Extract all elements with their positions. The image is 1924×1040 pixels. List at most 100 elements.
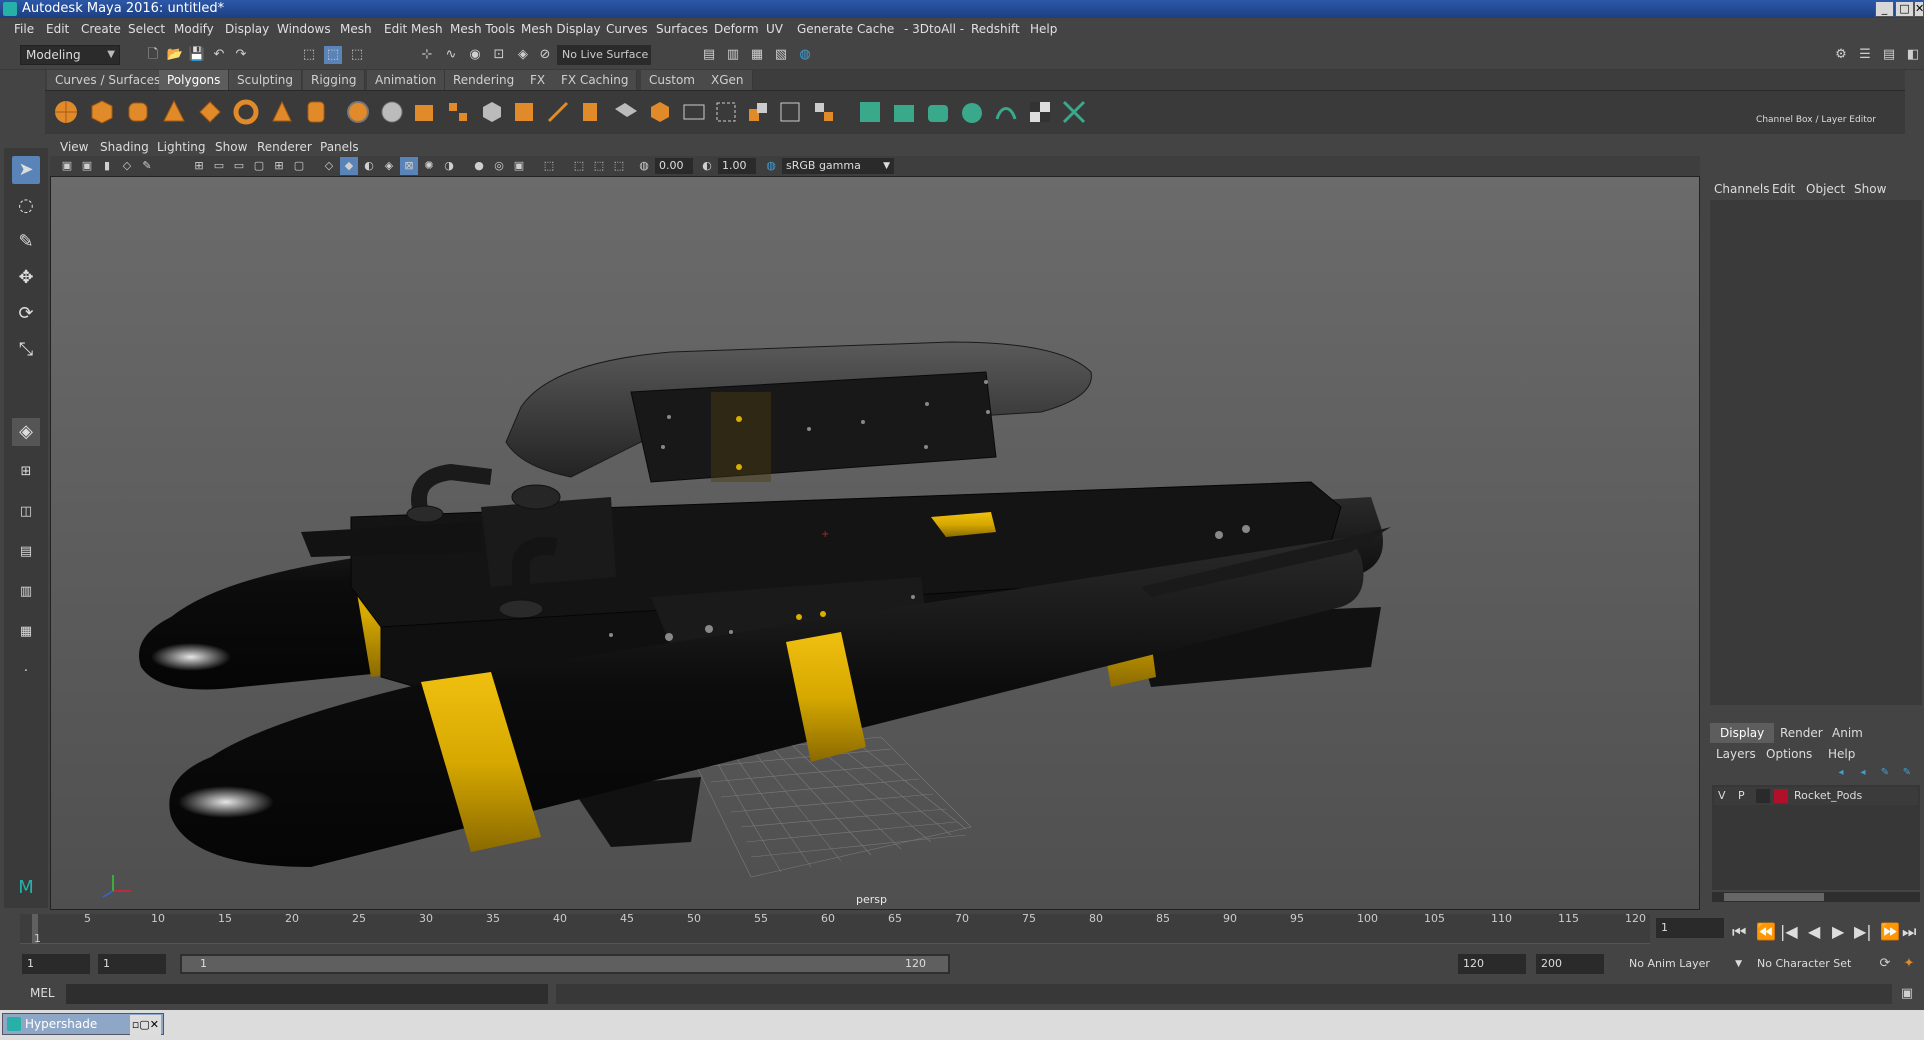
menu-modify[interactable]: Modify bbox=[174, 22, 214, 36]
auto-key-icon[interactable]: ⟳ bbox=[1876, 955, 1894, 973]
safe-action-icon[interactable]: ▢ bbox=[290, 157, 308, 175]
snap-curve-icon[interactable]: ∿ bbox=[442, 46, 460, 64]
menu-uv[interactable]: UV bbox=[766, 22, 783, 36]
select-component-icon[interactable]: ⬚ bbox=[348, 46, 366, 64]
go-to-start-icon[interactable]: ⏮ bbox=[1732, 922, 1746, 942]
menu-edit[interactable]: Edit bbox=[46, 22, 69, 36]
auto-mapping-icon[interactable] bbox=[993, 99, 1019, 125]
edit-menu[interactable]: Edit bbox=[1772, 182, 1795, 196]
resolution-gate-icon[interactable]: ▭ bbox=[230, 157, 248, 175]
tab-rigging[interactable]: Rigging bbox=[303, 70, 366, 90]
help-menu[interactable]: Help bbox=[1828, 747, 1855, 761]
snap-grid-icon[interactable]: ⊹ bbox=[418, 46, 436, 64]
redo-icon[interactable]: ↷ bbox=[232, 46, 250, 64]
bridge-icon[interactable] bbox=[579, 99, 605, 125]
color-management-icon[interactable]: ◍ bbox=[762, 157, 780, 175]
layer-name[interactable]: Rocket_Pods bbox=[1794, 789, 1862, 802]
menu-select[interactable]: Select bbox=[128, 22, 165, 36]
panel-menu-panels[interactable]: Panels bbox=[320, 140, 359, 154]
panel-menu-show[interactable]: Show bbox=[215, 140, 247, 154]
textured-icon[interactable]: ⊠ bbox=[400, 157, 418, 175]
smooth-shade-icon[interactable]: ◆ bbox=[340, 157, 358, 175]
two-view-layout-icon[interactable]: ◫ bbox=[12, 498, 40, 526]
xray-active-icon[interactable]: ⬚ bbox=[610, 157, 628, 175]
command-input[interactable] bbox=[66, 984, 548, 1004]
new-scene-icon[interactable]: 🗋 bbox=[144, 46, 162, 64]
append-icon[interactable] bbox=[613, 99, 639, 125]
play-forwards-icon[interactable]: ▶ bbox=[1832, 922, 1844, 941]
options-menu[interactable]: Options bbox=[1766, 747, 1812, 761]
exposure-field[interactable]: 0.00 bbox=[655, 158, 693, 174]
menu-deform[interactable]: Deform bbox=[714, 22, 759, 36]
target-weld-icon[interactable] bbox=[777, 99, 803, 125]
move-tool-icon[interactable]: ✥ bbox=[12, 264, 40, 292]
menu-mesh-tools[interactable]: Mesh Tools bbox=[450, 22, 515, 36]
window-controls-icon[interactable]: ▫▢✕ bbox=[129, 1015, 161, 1035]
menu-mesh-display[interactable]: Mesh Display bbox=[521, 22, 601, 36]
save-scene-icon[interactable]: 💾 bbox=[188, 46, 206, 64]
open-scene-icon[interactable]: 📂 bbox=[166, 46, 184, 64]
mel-label[interactable]: MEL bbox=[30, 986, 55, 1000]
start-time-field[interactable]: 1 bbox=[22, 954, 90, 974]
camera-attr-icon[interactable]: ▣ bbox=[78, 157, 96, 175]
show-menu[interactable]: Show bbox=[1854, 182, 1886, 196]
menu-curves[interactable]: Curves bbox=[606, 22, 648, 36]
tab-curves-surfaces[interactable]: Curves / Surfaces bbox=[47, 70, 170, 90]
poly-pipe-icon[interactable] bbox=[303, 99, 329, 125]
extract-icon[interactable] bbox=[479, 99, 505, 125]
mirror-icon[interactable] bbox=[445, 99, 471, 125]
new-layer-icon[interactable]: ✎ bbox=[1876, 764, 1894, 782]
range-bar-thumb[interactable]: 1 120 bbox=[182, 956, 948, 972]
paint-select-tool-icon[interactable]: ✎ bbox=[12, 228, 40, 256]
panel-menu-lighting[interactable]: Lighting bbox=[157, 140, 206, 154]
object-menu[interactable]: Object bbox=[1806, 182, 1845, 196]
menu-surfaces[interactable]: Surfaces bbox=[656, 22, 708, 36]
render-frame-icon[interactable]: ▥ bbox=[724, 46, 742, 64]
step-forward-key-icon[interactable]: ▶| bbox=[1854, 922, 1872, 941]
mode-dropdown[interactable]: Modeling ▼ bbox=[20, 45, 120, 65]
playback-start-field[interactable]: 1 bbox=[98, 954, 166, 974]
anti-aliasing-icon[interactable]: ▣ bbox=[510, 157, 528, 175]
combine-icon[interactable] bbox=[345, 99, 371, 125]
menu-file[interactable]: File bbox=[14, 22, 34, 36]
four-view-layout-icon[interactable]: ⊞ bbox=[12, 458, 40, 486]
step-back-icon[interactable]: ⏪ bbox=[1756, 922, 1776, 941]
poly-sphere-icon[interactable] bbox=[53, 99, 79, 125]
step-back-key-icon[interactable]: |◀ bbox=[1780, 922, 1798, 941]
field-chart-icon[interactable]: ⊞ bbox=[270, 157, 288, 175]
move-layer-up-icon[interactable]: ◂ bbox=[1832, 764, 1850, 782]
tab-fx-caching[interactable]: FX Caching bbox=[553, 70, 638, 90]
go-to-end-icon[interactable]: ⏭ bbox=[1902, 922, 1916, 942]
channel-box-area[interactable] bbox=[1710, 200, 1922, 705]
layer-tab-anim[interactable]: Anim bbox=[1822, 723, 1873, 743]
shadows-icon[interactable]: ◑ bbox=[440, 157, 458, 175]
close-button[interactable]: ✕ bbox=[1914, 1, 1924, 17]
uv-editor-icon[interactable] bbox=[857, 99, 883, 125]
new-layer-selected-icon[interactable]: ✎ bbox=[1898, 764, 1916, 782]
spherical-mapping-icon[interactable] bbox=[959, 99, 985, 125]
layer-row[interactable]: V P Rocket_Pods bbox=[1714, 787, 1918, 805]
xray-joints-icon[interactable]: ⬚ bbox=[590, 157, 608, 175]
smooth-icon[interactable] bbox=[411, 99, 437, 125]
xray-icon[interactable]: ⬚ bbox=[570, 157, 588, 175]
use-all-lights-icon[interactable]: ✺ bbox=[420, 157, 438, 175]
lasso-tool-icon[interactable]: ◌ bbox=[12, 192, 40, 220]
layers-menu[interactable]: Layers bbox=[1716, 747, 1756, 761]
select-tool-icon[interactable]: ➤ bbox=[12, 156, 40, 184]
menu-create[interactable]: Create bbox=[81, 22, 121, 36]
tab-animation[interactable]: Animation bbox=[367, 70, 446, 90]
tab-fx[interactable]: FX bbox=[522, 70, 555, 90]
step-forward-icon[interactable]: ⏩ bbox=[1880, 922, 1900, 941]
insert-edge-loop-icon[interactable] bbox=[713, 99, 739, 125]
current-frame-field[interactable]: 1 bbox=[1656, 918, 1724, 938]
grid-toggle-icon[interactable]: ⊞ bbox=[190, 157, 208, 175]
preferences-icon[interactable]: ✦ bbox=[1900, 955, 1918, 973]
menu-redshift[interactable]: Redshift bbox=[971, 22, 1020, 36]
layer-playback-toggle[interactable]: P bbox=[1738, 789, 1745, 802]
bookmark-icon[interactable]: ▮ bbox=[98, 157, 116, 175]
layer-reference-toggle[interactable] bbox=[1756, 789, 1770, 803]
attribute-editor-icon[interactable]: ☰ bbox=[1856, 46, 1874, 64]
perspective-viewport[interactable]: + persp bbox=[50, 176, 1700, 910]
isolate-select-icon[interactable]: ⬚ bbox=[540, 157, 558, 175]
ipr-render-icon[interactable]: ▦ bbox=[748, 46, 766, 64]
